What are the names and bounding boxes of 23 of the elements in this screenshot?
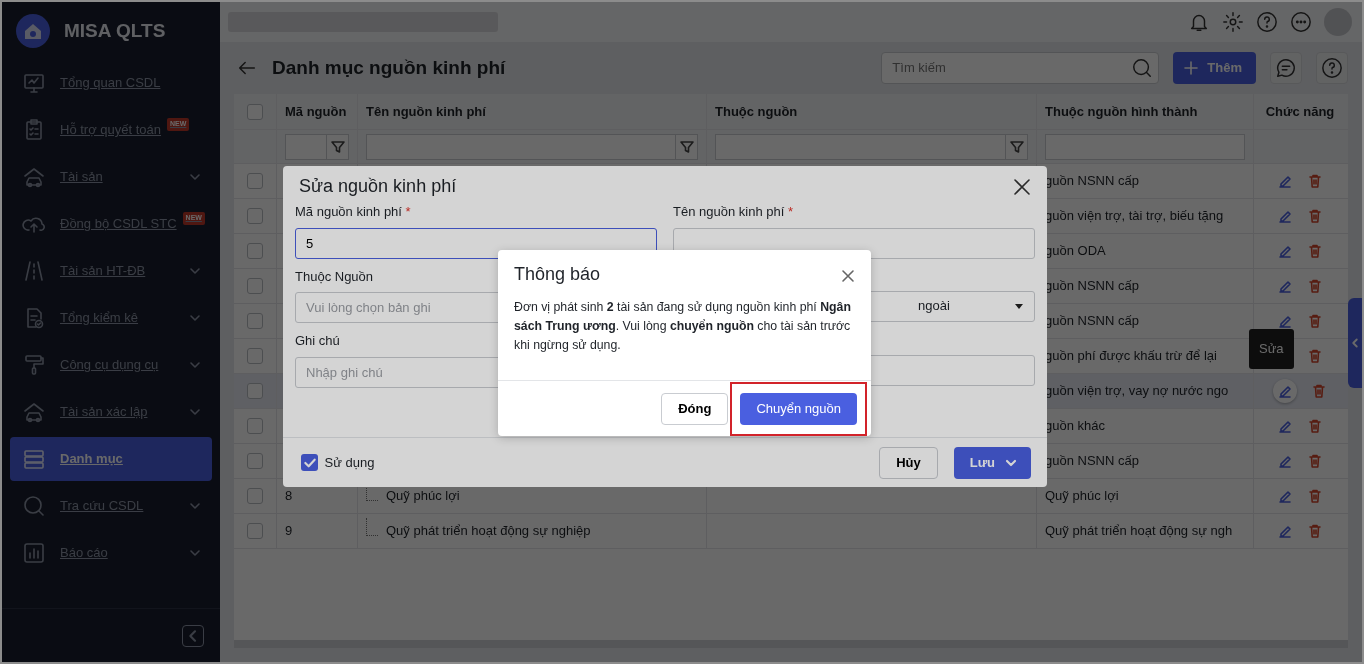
column-header: Thuộc nguồn — [707, 94, 1037, 129]
column-header: Tên nguồn kinh phí — [358, 94, 707, 129]
table-cell-text: 9 — [285, 522, 293, 541]
table-cell-text: Quỹ phúc lợi — [386, 487, 460, 506]
table-cell-text: Quỹ phúc lợi — [1045, 487, 1119, 506]
field-label: Ghi chú — [295, 333, 340, 348]
table-cell-text: Quỹ phát triển hoạt động sự ngh — [1045, 522, 1233, 541]
dialog-title: Thông báo — [514, 264, 601, 286]
required-mark: * — [787, 204, 793, 219]
checkbox-label: Sử dụng — [324, 453, 375, 472]
tooltip: Sửa — [1249, 329, 1294, 369]
field-label: Thuộc Nguồn — [295, 268, 374, 284]
brand-name: MISA QLTS — [64, 18, 166, 43]
column-header: Thuộc nguồn hình thành — [1037, 94, 1254, 129]
page-title: Danh mục nguồn kinh phí — [272, 56, 506, 80]
table-cell-text: Quỹ phát triển hoạt động sự nghiệp — [386, 522, 591, 541]
column-header: Mã nguồn — [277, 94, 358, 129]
field-label: Tên nguồn kinh phí — [673, 204, 785, 219]
column-header: Chức năng — [1264, 102, 1336, 121]
field-label: Mã nguồn kinh phí — [295, 204, 402, 219]
dialog-title: Sửa nguồn kinh phí — [299, 176, 457, 198]
required-mark: * — [405, 204, 411, 219]
table-cell-text: 8 — [285, 487, 293, 506]
